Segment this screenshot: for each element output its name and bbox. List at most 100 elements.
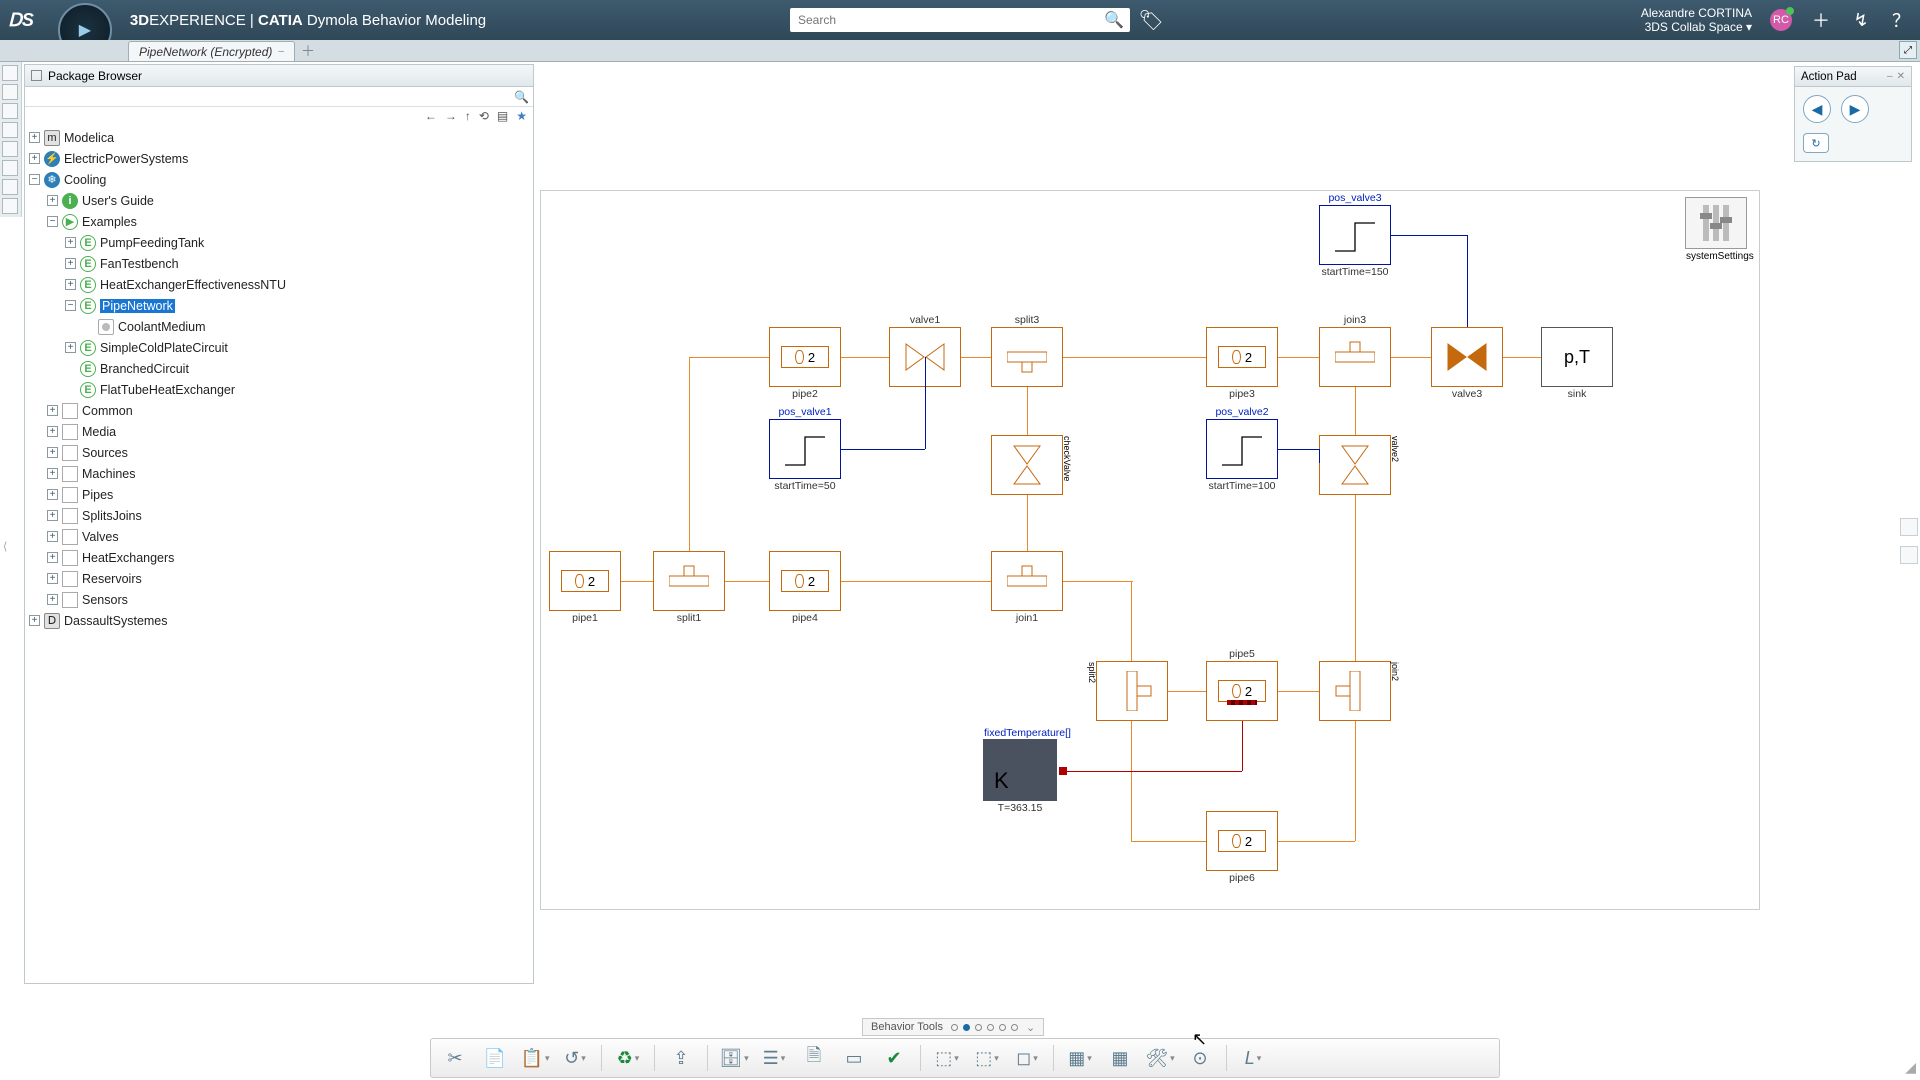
block-sink[interactable]: p,T sink bbox=[1541, 327, 1613, 387]
db-button[interactable]: 🗄▾ bbox=[720, 1044, 748, 1072]
block-checkvalve[interactable]: checkValve bbox=[991, 435, 1063, 495]
tree-sources[interactable]: +Sources bbox=[29, 442, 533, 463]
resize-handle-icon[interactable]: ◢ bbox=[1905, 1059, 1916, 1076]
block-join1[interactable]: join1 bbox=[991, 551, 1063, 611]
tab-pipenetwork[interactable]: PipeNetwork (Encrypted) – bbox=[128, 41, 295, 61]
tab-close-icon[interactable]: – bbox=[278, 46, 284, 57]
toolbar-dots[interactable] bbox=[951, 1024, 1018, 1031]
tree-sj[interactable]: +SplitsJoins bbox=[29, 505, 533, 526]
box-button[interactable]: ◻▾ bbox=[1013, 1044, 1041, 1072]
sim2-button[interactable]: ▦ bbox=[1106, 1044, 1134, 1072]
share-icon[interactable]: ↯ bbox=[1850, 9, 1872, 31]
export-button[interactable]: ⇪ bbox=[667, 1044, 695, 1072]
nav-up-icon[interactable]: ↑ bbox=[465, 109, 471, 123]
window-button[interactable]: ▭ bbox=[840, 1044, 868, 1072]
tree-common[interactable]: +Common bbox=[29, 400, 533, 421]
ap-prev-button[interactable]: ◀ bbox=[1803, 95, 1831, 123]
block-posvalve2[interactable]: pos_valve2 startTime=100 bbox=[1206, 419, 1278, 479]
tag-icon[interactable]: 🏷 bbox=[1140, 9, 1162, 31]
tree-ftb[interactable]: +EFanTestbench bbox=[29, 253, 533, 274]
collapse-handle[interactable]: ⟨ bbox=[3, 540, 7, 553]
tree-eps[interactable]: +⚡ElectricPowerSystems bbox=[29, 148, 533, 169]
vstrip-btn-4[interactable] bbox=[2, 122, 18, 138]
new-tab-button[interactable]: ＋ bbox=[301, 41, 315, 61]
block-pipe4[interactable]: 2 pipe4 bbox=[769, 551, 841, 611]
toolbar-pager[interactable]: Behavior Tools ⌄ bbox=[862, 1018, 1044, 1036]
vstrip-btn-6[interactable] bbox=[2, 160, 18, 176]
expand-button[interactable]: ⤢ bbox=[1899, 41, 1917, 59]
tree-sensors[interactable]: +Sensors bbox=[29, 589, 533, 610]
filter-search-icon[interactable]: 🔍 bbox=[514, 90, 529, 104]
tree-media[interactable]: +Media bbox=[29, 421, 533, 442]
cut-button[interactable]: ✂ bbox=[441, 1044, 469, 1072]
tree-pipes[interactable]: +Pipes bbox=[29, 484, 533, 505]
rstrip-btn-2[interactable] bbox=[1900, 546, 1918, 564]
tree-scp[interactable]: +ESimpleColdPlateCircuit bbox=[29, 337, 533, 358]
diagram-canvas[interactable]: systemSettings pos_valve3 startTime=150 … bbox=[540, 190, 1760, 910]
tool-button[interactable]: 🛠▾ bbox=[1146, 1044, 1174, 1072]
copy-button[interactable]: 📄 bbox=[481, 1044, 509, 1072]
model2-button[interactable]: ⬚▾ bbox=[973, 1044, 1001, 1072]
tree-res[interactable]: +Reservoirs bbox=[29, 568, 533, 589]
search-icon[interactable]: 🔍 bbox=[1104, 10, 1124, 30]
undo-button[interactable]: ↺▾ bbox=[561, 1044, 589, 1072]
vstrip-btn-7[interactable] bbox=[2, 179, 18, 195]
tree-fthe[interactable]: EFlatTubeHeatExchanger bbox=[29, 379, 533, 400]
tree-cooling[interactable]: −❄Cooling bbox=[29, 169, 533, 190]
tree-valves[interactable]: +Valves bbox=[29, 526, 533, 547]
tree-coolmed[interactable]: CoolantMedium bbox=[29, 316, 533, 337]
refresh-button[interactable]: ♻▾ bbox=[614, 1044, 642, 1072]
user-info[interactable]: Alexandre CORTINA 3DS Collab Space ▾ bbox=[1641, 6, 1752, 34]
ap-min-icon[interactable]: – bbox=[1887, 71, 1893, 82]
tree-machines[interactable]: +Machines bbox=[29, 463, 533, 484]
vstrip-btn-8[interactable] bbox=[2, 198, 18, 214]
search-input[interactable] bbox=[790, 13, 1104, 27]
block-pipe3[interactable]: 2 pipe3 bbox=[1206, 327, 1278, 387]
block-join3[interactable]: join3 bbox=[1319, 327, 1391, 387]
nav-layers-icon[interactable]: ▤ bbox=[497, 109, 508, 123]
block-split1[interactable]: split1 bbox=[653, 551, 725, 611]
block-posvalve3[interactable]: pos_valve3 startTime=150 bbox=[1319, 205, 1391, 265]
search-box[interactable]: 🔍 bbox=[790, 8, 1130, 32]
ap-next-button[interactable]: ▶ bbox=[1841, 95, 1869, 123]
tree-bc[interactable]: EBranchedCircuit bbox=[29, 358, 533, 379]
block-join2[interactable]: join2 bbox=[1319, 661, 1391, 721]
block-valve3[interactable]: valve3 bbox=[1431, 327, 1503, 387]
collab-space[interactable]: 3DS Collab Space ▾ bbox=[1641, 20, 1752, 34]
block-pipe6[interactable]: 2 pipe6 bbox=[1206, 811, 1278, 871]
tree-filter-input[interactable] bbox=[29, 91, 514, 103]
tree-he[interactable]: +HeatExchangers bbox=[29, 547, 533, 568]
block-pipe1[interactable]: 2 pipe1 bbox=[549, 551, 621, 611]
block-systemsettings[interactable]: systemSettings bbox=[1685, 197, 1747, 249]
sim-button[interactable]: ▦▾ bbox=[1066, 1044, 1094, 1072]
vstrip-btn-3[interactable] bbox=[2, 103, 18, 119]
tree-hentu[interactable]: +EHeatExchangerEffectivenessNTU bbox=[29, 274, 533, 295]
add-icon[interactable]: ＋ bbox=[1810, 9, 1832, 31]
nav-fwd-icon[interactable]: → bbox=[445, 109, 457, 123]
block-valve2[interactable]: valve2 bbox=[1319, 435, 1391, 495]
model-button[interactable]: ⬚▾ bbox=[933, 1044, 961, 1072]
avatar[interactable]: RC bbox=[1770, 9, 1792, 31]
ap-close-icon[interactable]: ✕ bbox=[1897, 71, 1905, 82]
block-fixedtemp[interactable]: K fixedTemperature[] T=363.15 bbox=[983, 739, 1057, 801]
tree-pipenet[interactable]: −EPipeNetwork bbox=[29, 295, 533, 316]
block-split3[interactable]: split3 bbox=[991, 327, 1063, 387]
tree-examples[interactable]: −▶Examples bbox=[29, 211, 533, 232]
vstrip-btn-2[interactable] bbox=[2, 84, 18, 100]
ap-mode-button[interactable]: ↻ bbox=[1803, 133, 1829, 153]
vstrip-btn-1[interactable] bbox=[2, 65, 18, 81]
check-button[interactable]: ✔ bbox=[880, 1044, 908, 1072]
tree-filter[interactable]: 🔍 bbox=[25, 87, 533, 107]
panel-header[interactable]: Package Browser bbox=[25, 65, 533, 87]
block-pipe2[interactable]: 2 pipe2 bbox=[769, 327, 841, 387]
nav-refresh-icon[interactable]: ⟲ bbox=[479, 109, 489, 123]
list-button[interactable]: ☰▾ bbox=[760, 1044, 788, 1072]
action-pad-header[interactable]: Action Pad –✕ bbox=[1795, 67, 1911, 87]
tree-modelica[interactable]: +mModelica bbox=[29, 127, 533, 148]
block-split2[interactable]: split2 bbox=[1096, 661, 1168, 721]
paste-button[interactable]: 📋▾ bbox=[521, 1044, 549, 1072]
tree-pft[interactable]: +EPumpFeedingTank bbox=[29, 232, 533, 253]
tree-ug[interactable]: +iUser's Guide bbox=[29, 190, 533, 211]
block-posvalve1[interactable]: pos_valve1 startTime=50 bbox=[769, 419, 841, 479]
rstrip-btn-1[interactable] bbox=[1900, 518, 1918, 536]
